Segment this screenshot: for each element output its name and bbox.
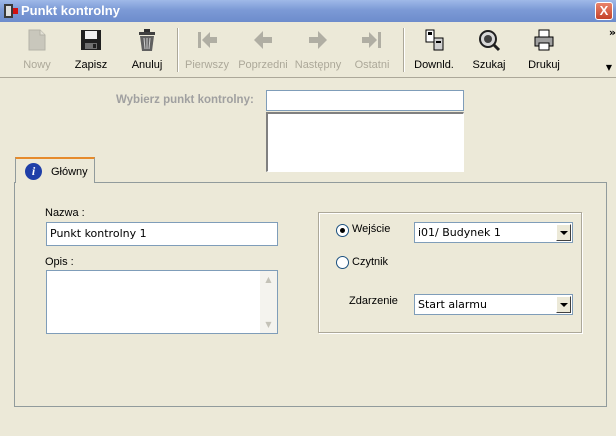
download-icon: [425, 29, 444, 51]
previous-arrow-icon: [254, 31, 272, 49]
checkpoint-selector-list[interactable]: [266, 112, 464, 172]
description-scrollbar[interactable]: ▲ ▼: [260, 271, 277, 333]
window-title: Punkt kontrolny: [21, 3, 120, 18]
wejscie-select[interactable]: i01/ Budynek 1: [414, 222, 573, 243]
previous-button[interactable]: Poprzedni: [238, 26, 288, 74]
save-button[interactable]: Zapisz: [69, 26, 113, 74]
last-button[interactable]: Ostatni: [350, 26, 394, 74]
checkpoint-selector-label: Wybierz punkt kontrolny:: [116, 94, 254, 106]
wejscie-radio-label[interactable]: Wejście: [352, 223, 390, 235]
toolbar-overflow-chevron[interactable]: »: [609, 26, 616, 39]
first-arrow-icon: [198, 32, 217, 48]
name-field[interactable]: Punkt kontrolny 1: [46, 222, 278, 246]
toolbar-separator: [177, 28, 179, 72]
next-button[interactable]: Następny: [294, 26, 342, 74]
app-icon: [4, 4, 18, 18]
tab-label: Główny: [51, 166, 88, 178]
chevron-down-icon[interactable]: [556, 296, 571, 313]
search-button[interactable]: Szukaj: [467, 26, 511, 74]
new-button[interactable]: Nowy: [15, 26, 59, 74]
scroll-down-icon[interactable]: ▼: [260, 316, 277, 333]
name-label: Nazwa :: [45, 207, 85, 219]
download-button[interactable]: Downld.: [411, 26, 457, 74]
print-button[interactable]: Drukuj: [522, 26, 566, 74]
trash-icon: [139, 29, 155, 51]
scroll-up-icon[interactable]: ▲: [260, 271, 277, 288]
close-button[interactable]: X: [595, 2, 613, 20]
toolbar-separator: [403, 28, 405, 72]
toolbar: Nowy Zapisz Anuluj Pierwszy Poprzedni Na…: [0, 22, 616, 78]
event-select[interactable]: Start alarmu: [414, 294, 573, 315]
description-label: Opis :: [45, 256, 74, 268]
description-field[interactable]: ▲ ▼: [46, 270, 278, 334]
new-document-icon: [28, 29, 46, 51]
next-arrow-icon: [309, 31, 327, 49]
first-button[interactable]: Pierwszy: [184, 26, 230, 74]
cancel-button[interactable]: Anuluj: [125, 26, 169, 74]
checkpoint-selector-input[interactable]: [266, 90, 464, 111]
chevron-down-icon[interactable]: [556, 224, 571, 241]
search-icon: [479, 30, 501, 52]
printer-icon: [534, 29, 554, 51]
event-label: Zdarzenie: [349, 295, 398, 307]
czytnik-radio-label[interactable]: Czytnik: [352, 256, 388, 268]
toolbar-more-arrow-icon[interactable]: ▼: [606, 63, 612, 72]
info-icon: i: [25, 163, 42, 180]
wejscie-radio[interactable]: [336, 224, 349, 237]
czytnik-radio[interactable]: [336, 256, 349, 269]
title-bar: Punkt kontrolny X: [0, 0, 616, 22]
event-select-value: Start alarmu: [418, 298, 487, 311]
last-arrow-icon: [362, 32, 381, 48]
floppy-disk-icon: [81, 30, 101, 50]
tab-glowny[interactable]: i Główny: [15, 157, 95, 183]
wejscie-select-value: i01/ Budynek 1: [418, 226, 501, 239]
